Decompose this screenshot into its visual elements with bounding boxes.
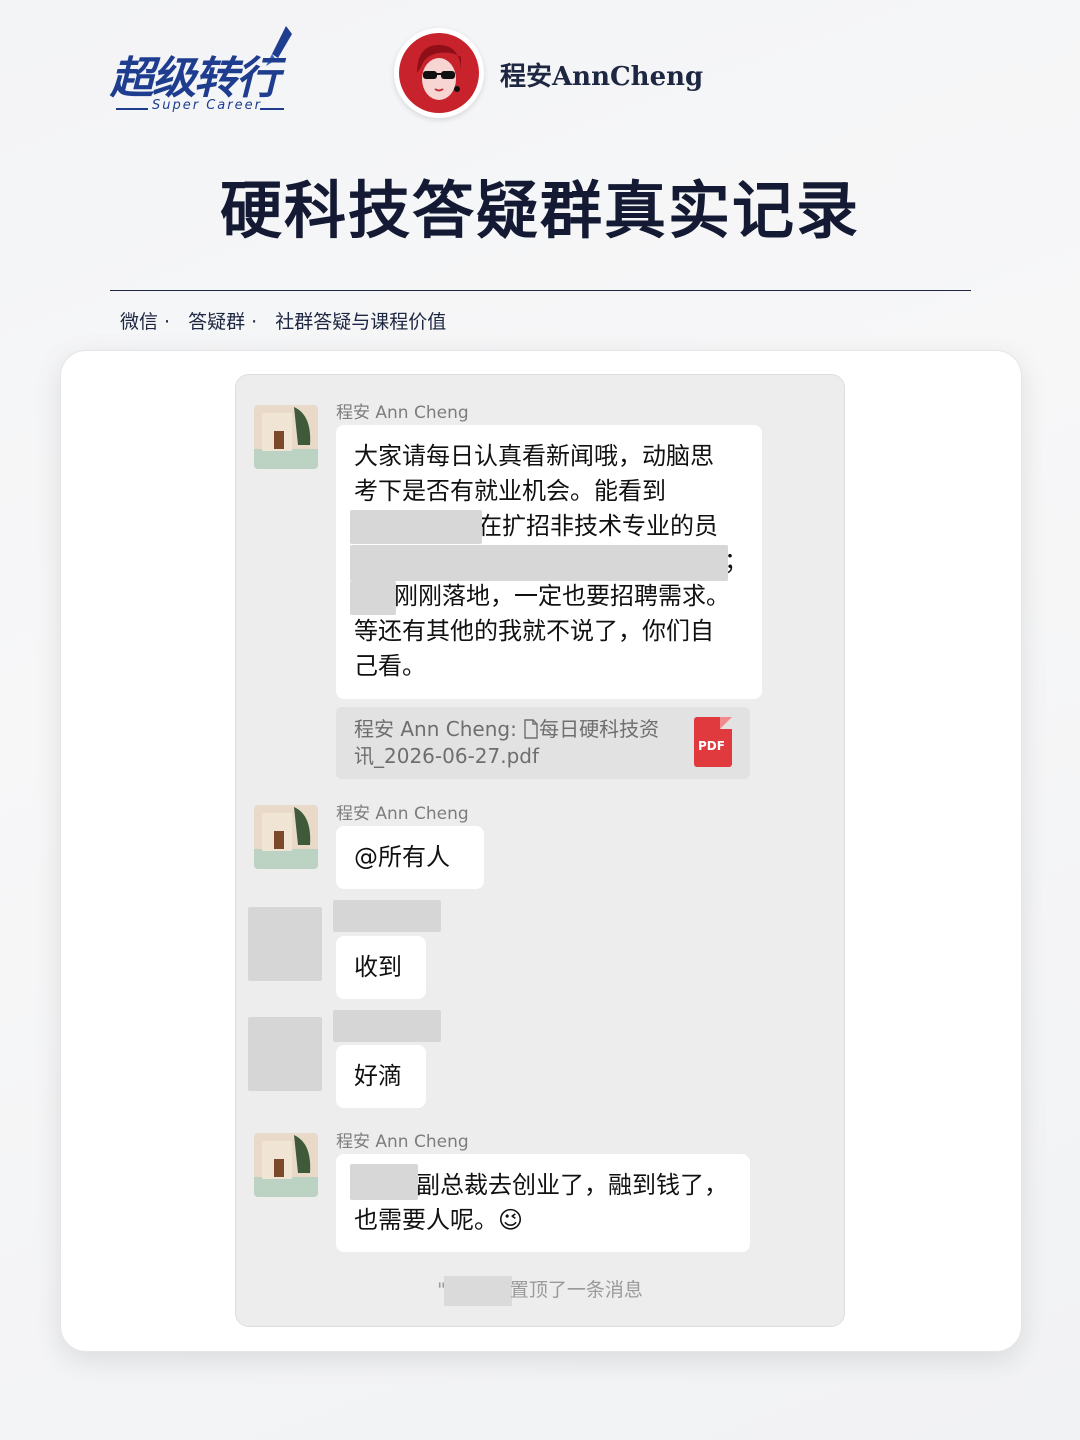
message-bubble[interactable]: 好滴 xyxy=(336,1045,426,1108)
sender-name: 程安 Ann Cheng xyxy=(336,804,469,824)
logo-subtitle: Super Career xyxy=(152,98,262,113)
file-attachment[interactable]: 程安 Ann Cheng: 每日硬科技资 讯_2026-06-27.pdf PD… xyxy=(336,707,750,779)
file-name: 讯_2026-06-27.pdf xyxy=(354,744,540,768)
redaction-block xyxy=(350,581,396,615)
message-bubble[interactable]: @所有人 xyxy=(336,826,484,889)
message-text: 好滴 xyxy=(354,1062,402,1090)
message-line: 己看。 xyxy=(354,652,426,680)
author-name: 程安AnnCheng xyxy=(500,62,704,92)
logo-text: 超级转行 xyxy=(110,53,280,104)
chat-screenshot: 程安 Ann Cheng 大家请每日认真看新闻哦，动脑思 考下是否有就业机会。能… xyxy=(235,374,845,1327)
system-note: " 置顶了一条消息 xyxy=(236,1275,844,1306)
logo-divider xyxy=(260,108,284,110)
file-attachment-label: 程安 Ann Cheng: 每日硬科技资 讯_2026-06-27.pdf xyxy=(354,716,684,770)
redaction-block xyxy=(350,510,482,544)
message-text: @所有人 xyxy=(354,843,450,871)
redaction-block xyxy=(443,1275,512,1306)
message-text: 收到 xyxy=(354,953,402,981)
sender-name: 程安 Ann Cheng xyxy=(336,403,469,423)
document-icon xyxy=(524,719,538,739)
file-name: 每日硬科技资 xyxy=(539,717,660,741)
sender-avatar[interactable] xyxy=(254,1133,318,1197)
redacted-avatar[interactable] xyxy=(248,1017,322,1091)
message-line: 也需要人呢。😉 xyxy=(354,1206,524,1234)
sender-name: 程安 Ann Cheng xyxy=(336,1132,469,1152)
message-line: 等还有其他的我就不说了，你们自 xyxy=(354,617,714,645)
sender-avatar[interactable] xyxy=(254,805,318,869)
pdf-badge: PDF xyxy=(698,739,725,753)
redaction-block xyxy=(350,545,728,581)
message-bubble[interactable]: 副总裁去创业了，融到钱了， 也需要人呢。😉 xyxy=(336,1154,750,1252)
message-bubble[interactable]: 大家请每日认真看新闻哦，动脑思 考下是否有就业机会。能看到 在扩招非技术专业的员… xyxy=(336,425,762,699)
message-line: 刚刚落地，一定也要招聘需求。 xyxy=(394,582,730,610)
logo-divider xyxy=(116,108,148,110)
pdf-icon: PDF xyxy=(694,717,732,767)
system-note-text: 置顶了一条消息 xyxy=(509,1279,643,1301)
tag-wechat: 微信 · xyxy=(120,311,171,333)
message-line: 考下是否有就业机会。能看到 xyxy=(354,477,666,505)
page-title: 硬科技答疑群真实记录 xyxy=(219,174,860,247)
redacted-avatar[interactable] xyxy=(248,907,322,981)
tag-qa-group: 答疑群 · xyxy=(188,311,258,333)
redacted-sender-name xyxy=(333,900,441,932)
title-divider xyxy=(110,290,971,291)
tag-topic: 社群答疑与课程价值 xyxy=(275,311,447,333)
file-sender: 程安 Ann Cheng: xyxy=(354,717,517,741)
sender-avatar[interactable] xyxy=(254,405,318,469)
redaction-block xyxy=(350,1164,418,1200)
message-bubble[interactable]: 收到 xyxy=(336,936,426,999)
author-avatar xyxy=(394,28,484,118)
tag-list: 微信 · 答疑群 · 社群答疑与课程价值 xyxy=(120,307,464,334)
message-line: 大家请每日认真看新闻哦，动脑思 xyxy=(354,442,714,470)
brand-logo: 超级转行 Super Career xyxy=(108,24,298,120)
redacted-sender-name xyxy=(333,1010,441,1042)
